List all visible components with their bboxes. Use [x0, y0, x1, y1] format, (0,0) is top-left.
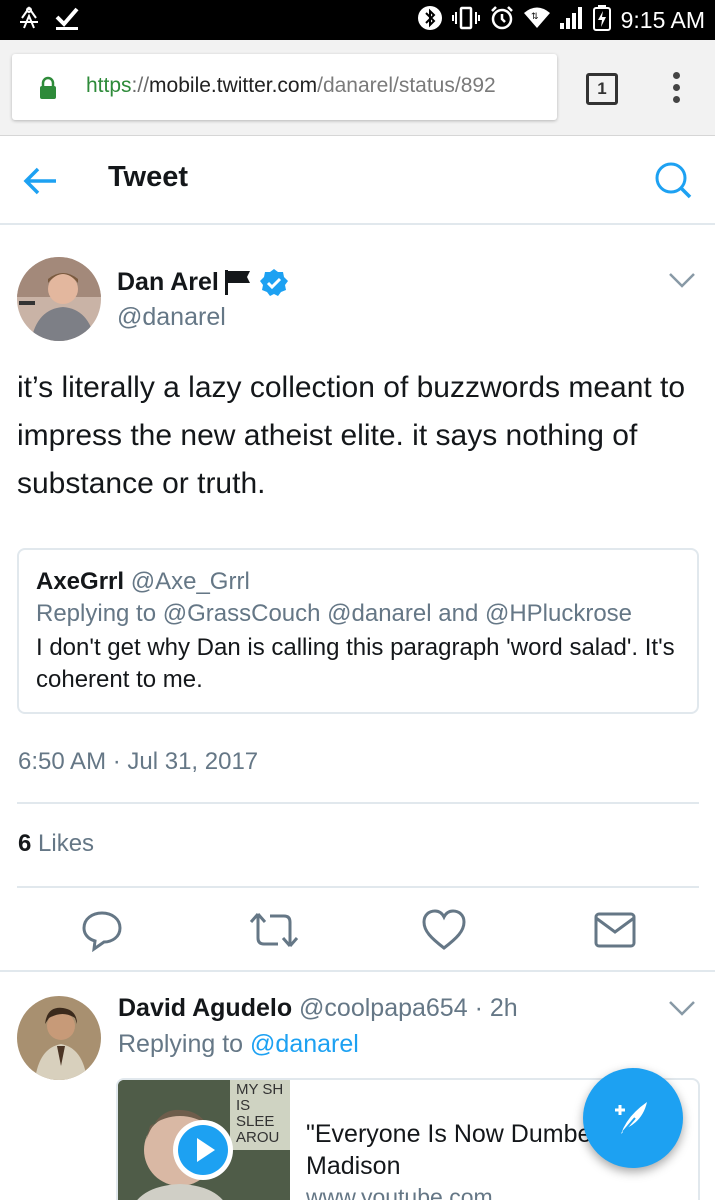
mention-link[interactable]: @danarel [250, 1030, 359, 1058]
author-handle[interactable]: @danarel [117, 303, 226, 332]
divider [17, 886, 699, 888]
page-title: Tweet [108, 161, 189, 193]
accessibility-icon [18, 4, 40, 37]
verified-badge-icon [259, 268, 289, 303]
more-options-icon[interactable] [666, 72, 686, 108]
wifi-icon: ⇅ [523, 6, 551, 35]
url-text[interactable]: https://mobile.twitter.com/danarel/statu… [86, 74, 552, 98]
quoted-text: I don't get why Dan is calling this para… [36, 634, 675, 693]
battery-charging-icon [592, 4, 611, 36]
back-arrow-icon[interactable] [20, 161, 60, 206]
tweet-text: it’s literally a lazy collection of buzz… [17, 371, 686, 500]
compose-feather-icon [609, 1094, 657, 1147]
divider [0, 970, 715, 972]
url-bar[interactable]: https://mobile.twitter.com/danarel/statu… [12, 54, 557, 120]
compose-tweet-button[interactable] [583, 1068, 683, 1168]
search-icon[interactable] [652, 159, 694, 206]
flag-icon [223, 268, 253, 301]
lock-icon [38, 76, 58, 105]
quoted-replying-to: Replying to @GrassCouch @danarel and @HP… [36, 600, 633, 627]
bluetooth-icon [417, 5, 443, 36]
card-domain: www.youtube.com [306, 1184, 493, 1200]
alarm-icon [489, 5, 515, 36]
direct-message-icon[interactable] [593, 908, 637, 957]
quoted-author: AxeGrrl @Axe_Grrl [36, 568, 250, 595]
reply-replying-to: Replying to @danarel [118, 1030, 359, 1058]
author-avatar[interactable] [17, 257, 101, 341]
chevron-down-icon[interactable] [666, 268, 698, 297]
page-header: Tweet [0, 137, 715, 225]
download-complete-icon [54, 5, 80, 36]
browser-toolbar: https://mobile.twitter.com/danarel/statu… [0, 40, 715, 136]
chevron-down-icon[interactable] [666, 996, 698, 1025]
play-icon[interactable] [173, 1120, 233, 1180]
likes-count[interactable]: 6 Likes [18, 830, 94, 858]
divider [17, 802, 699, 804]
svg-text:⇅: ⇅ [531, 11, 539, 21]
quoted-tweet[interactable]: AxeGrrl @Axe_Grrl Replying to @GrassCouc… [17, 548, 699, 714]
reply-author-avatar[interactable] [17, 996, 101, 1080]
like-heart-icon[interactable] [421, 908, 467, 957]
reply-author: David Agudelo @coolpapa654 · 2h [118, 994, 518, 1022]
clock: 9:15 AM [620, 6, 705, 33]
reply-icon[interactable] [80, 908, 124, 957]
video-thumbnail[interactable]: MY SH IS SLEE AROU [118, 1080, 290, 1200]
tab-switcher-button[interactable]: 1 [586, 73, 618, 105]
retweet-icon[interactable] [248, 908, 300, 957]
thumbnail-sign-text: MY SH IS SLEE AROU [236, 1081, 284, 1146]
tweet-timestamp[interactable]: 6:50 AM · Jul 31, 2017 [18, 748, 258, 776]
vibrate-icon [451, 5, 481, 36]
status-bar: ⇅ 9:15 AM [0, 0, 715, 40]
author-name[interactable]: Dan Arel [117, 268, 219, 297]
signal-icon [559, 6, 585, 35]
